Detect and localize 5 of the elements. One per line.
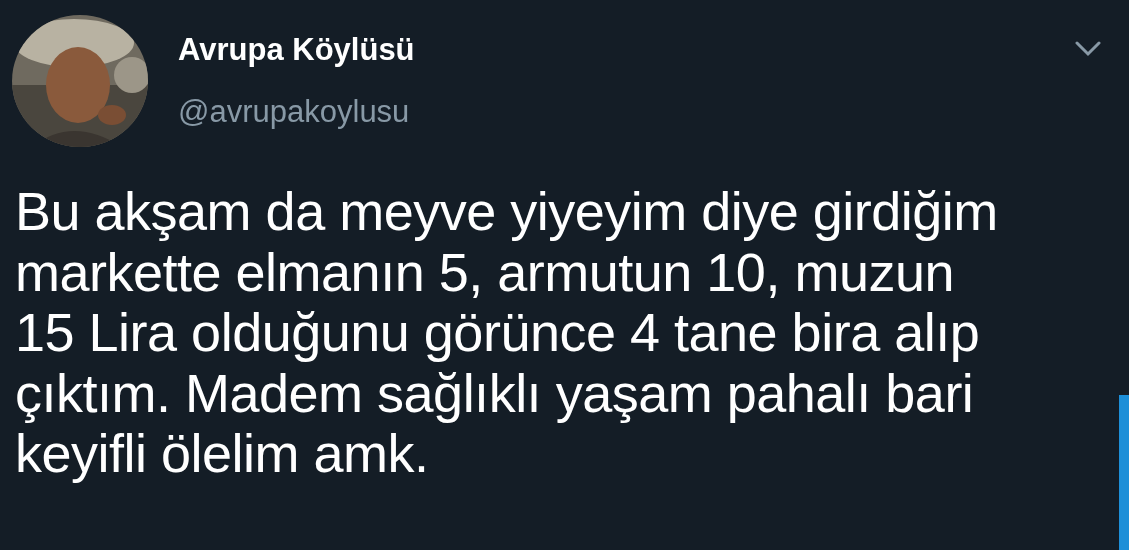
tweet-text: Bu akşam da meyve yiyeyim diye girdiğim markette elmanın 5, armutun 10, muzun 15 Lira olduğunu görünce 4 tane bira alıp çıktım. Madem sağlıklı yaşam pahalı bari keyifli ölelim amk. [15, 181, 998, 484]
chevron-down-icon[interactable] [1075, 41, 1101, 57]
user-handle[interactable]: @avrupakoylusu [178, 94, 415, 130]
scrollbar[interactable] [1119, 395, 1129, 550]
display-name[interactable]: Avrupa Köylüsü [178, 32, 415, 68]
